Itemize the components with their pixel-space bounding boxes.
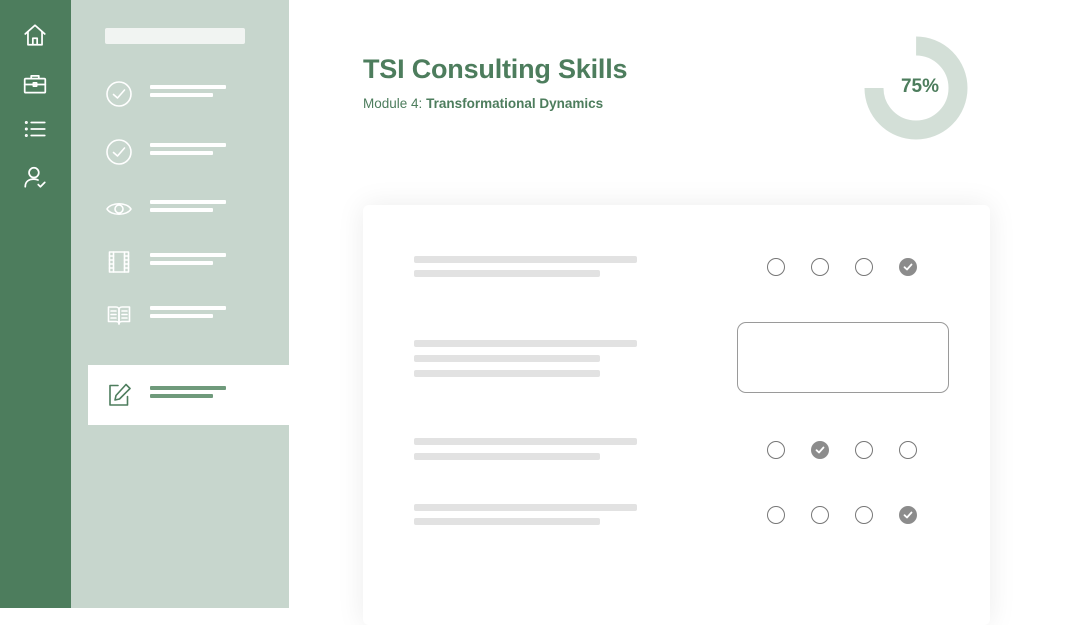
answer-text-field[interactable] (737, 322, 949, 393)
sidebar-item-text-placeholder (150, 306, 226, 310)
check-circle-icon (105, 80, 133, 108)
sidebar-item-text-placeholder (150, 85, 226, 89)
sidebar-item-label (71, 122, 72, 123)
module-subtitle: Module 4: Transformational Dynamics (363, 96, 603, 111)
module-prefix: Module 4: (363, 96, 423, 111)
sidebar-item-text-placeholder (150, 143, 226, 147)
sidebar-item-label (88, 365, 89, 366)
radio-option[interactable] (767, 506, 785, 524)
radio-option[interactable] (855, 506, 873, 524)
portfolio-button[interactable] (18, 67, 52, 101)
question-2-text-placeholder (414, 340, 637, 347)
form-card (363, 205, 990, 625)
sidebar-item-2[interactable] (71, 122, 289, 182)
question-4-text-placeholder (414, 518, 600, 525)
question-2-text-placeholder (414, 370, 600, 377)
radio-option[interactable] (855, 258, 873, 276)
page-title: TSI Consulting Skills (363, 54, 628, 84)
list-icon (24, 120, 46, 138)
sidebar-item-text-placeholder (150, 208, 213, 212)
film-icon (105, 248, 133, 276)
progress-label: 75% (900, 76, 940, 97)
check-icon (815, 446, 825, 454)
sidebar-header-placeholder (105, 28, 245, 44)
list-button[interactable] (18, 112, 52, 146)
question-3-text-placeholder (414, 453, 600, 460)
sidebar-item-text-placeholder (150, 151, 213, 155)
sidebar-item-text-placeholder (150, 93, 213, 97)
icon-rail (0, 0, 71, 608)
question-3-text-placeholder (414, 438, 637, 445)
sidebar-item-6-active[interactable] (88, 365, 360, 425)
sidebar-item-text-placeholder (150, 394, 213, 398)
module-name: Transformational Dynamics (426, 96, 604, 111)
profile-button[interactable] (18, 160, 52, 194)
sidebar-item-4[interactable] (71, 232, 289, 292)
home-button[interactable] (18, 18, 52, 52)
radio-option[interactable] (899, 441, 917, 459)
sidebar-item-text-placeholder (150, 314, 213, 318)
sidebar-item-text-placeholder (150, 386, 226, 390)
sidebar-item-5[interactable] (71, 285, 289, 345)
check-circle-icon (105, 138, 133, 166)
sidebar-item-label (71, 179, 72, 180)
sidebar-item-text-placeholder (150, 200, 226, 204)
question-4-text-placeholder (414, 504, 637, 511)
sidebar-item-3[interactable] (71, 179, 289, 239)
check-icon (903, 511, 913, 519)
radio-option-selected[interactable] (899, 258, 917, 276)
radio-option[interactable] (811, 506, 829, 524)
home-icon (24, 24, 46, 46)
radio-option[interactable] (855, 441, 873, 459)
question-1-text-placeholder (414, 256, 637, 263)
sidebar-item-1[interactable] (71, 64, 289, 124)
sidebar-item-text-placeholder (150, 261, 213, 265)
sidebar-item-label (71, 232, 72, 233)
module-sidebar (71, 0, 360, 608)
eye-icon (105, 195, 133, 223)
briefcase-icon (23, 75, 47, 94)
radio-option[interactable] (767, 258, 785, 276)
book-icon (105, 301, 133, 329)
progress-donut: 75% (862, 34, 970, 142)
user-check-icon (24, 166, 46, 188)
sidebar-item-label (71, 285, 72, 286)
question-2-text-placeholder (414, 355, 600, 362)
question-1-text-placeholder (414, 270, 600, 277)
radio-option[interactable] (767, 441, 785, 459)
edit-icon (105, 381, 133, 409)
radio-option[interactable] (811, 258, 829, 276)
radio-option-selected[interactable] (899, 506, 917, 524)
radio-option-selected[interactable] (811, 441, 829, 459)
sidebar-item-text-placeholder (150, 253, 226, 257)
check-icon (903, 263, 913, 271)
sidebar-item-label (71, 64, 72, 65)
